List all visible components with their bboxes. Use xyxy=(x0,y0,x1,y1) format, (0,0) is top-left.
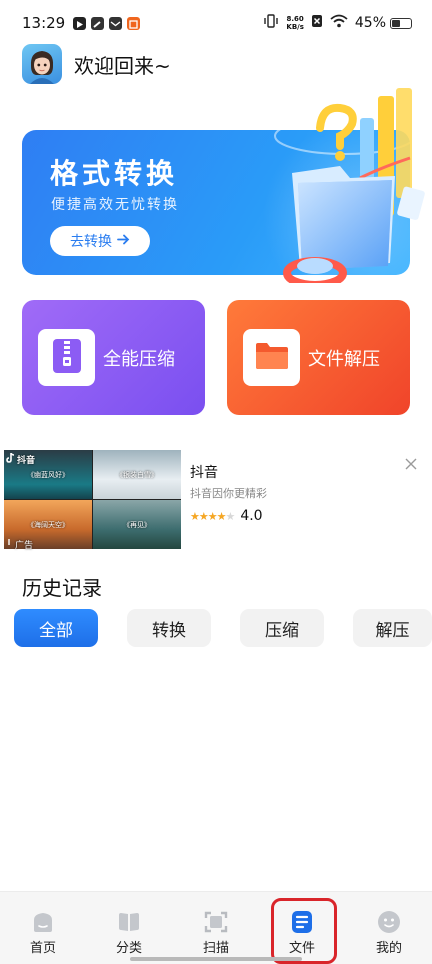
rating-stars: ★★★★★ xyxy=(190,509,235,523)
nav-category[interactable]: 分类 xyxy=(98,892,160,958)
ad-tag: 广告 xyxy=(6,538,33,551)
profile-icon xyxy=(377,910,401,934)
ad-thumb-2: 《银装白雪》 xyxy=(93,450,181,499)
scan-icon xyxy=(204,910,228,934)
battery-icon xyxy=(390,17,412,29)
nav-home-label: 首页 xyxy=(29,941,56,956)
ad-tag-icon xyxy=(6,538,13,551)
sim-off-icon xyxy=(311,14,323,32)
ad-brand-label: 抖音 xyxy=(17,456,36,466)
ad-close-icon[interactable] xyxy=(402,455,420,473)
wifi-icon xyxy=(330,14,348,32)
thumb-caption-4: 《再见》 xyxy=(123,520,151,529)
decompress-label: 文件解压 xyxy=(308,348,380,370)
welcome-text: 欢迎回来~ xyxy=(74,53,171,78)
go-convert-label: 去转换 xyxy=(70,234,112,250)
tab-all[interactable]: 全部 xyxy=(14,609,98,647)
nav-home[interactable]: 首页 xyxy=(12,892,74,958)
compress-label: 全能压缩 xyxy=(103,348,175,370)
play-icon xyxy=(73,16,87,30)
home-indicator[interactable] xyxy=(130,957,302,961)
status-right: 8.60 KB/s 45% xyxy=(263,14,412,32)
status-time: 13:29 xyxy=(22,14,66,32)
compress-card[interactable]: 全能压缩 xyxy=(22,300,205,415)
banner-subtitle: 便捷高效无忧转换 xyxy=(51,197,179,213)
decompress-icon-box xyxy=(243,329,300,386)
nav-category-label: 分类 xyxy=(115,941,142,956)
tiktok-icon xyxy=(6,452,15,466)
battery: 45% xyxy=(355,15,412,31)
thumb-caption-2: 《银装白雪》 xyxy=(116,470,158,479)
net-speed: 8.60 KB/s xyxy=(286,15,303,31)
nav-scan-label: 扫描 xyxy=(202,941,229,956)
avatar[interactable] xyxy=(22,44,62,84)
go-convert-button[interactable]: 去转换 xyxy=(50,226,150,256)
tab-decompress[interactable]: 解压 xyxy=(353,609,432,647)
nav-file-highlight xyxy=(271,898,337,964)
nav-scan[interactable]: 扫描 xyxy=(185,892,247,958)
nav-profile-label: 我的 xyxy=(375,941,402,956)
ad-rating: ★★★★★ 4.0 xyxy=(190,508,263,524)
rating-value: 4.0 xyxy=(240,508,263,524)
ad-thumb-4: 《再见》 xyxy=(93,500,181,549)
mail-icon xyxy=(109,16,123,30)
bottom-nav: 首页 分类 扫描 文件 我的 xyxy=(0,891,432,964)
ad-brand: 抖音 xyxy=(6,452,36,466)
notification-icons xyxy=(73,16,141,30)
net-speed-value: 8.60 xyxy=(286,15,304,23)
decompress-card[interactable]: 文件解压 xyxy=(227,300,410,415)
category-icon xyxy=(117,910,141,934)
thumb-caption-3: 《海阔天空》 xyxy=(27,520,69,529)
net-speed-unit: KB/s xyxy=(286,23,304,31)
history-title: 历史记录 xyxy=(22,576,102,600)
zip-file-icon xyxy=(52,338,82,378)
folder-icon xyxy=(255,341,289,375)
compress-icon-box xyxy=(38,329,95,386)
battery-fill xyxy=(392,19,401,27)
link-icon xyxy=(91,16,105,30)
status-bar: 13:29 8.60 KB/s 45% xyxy=(0,0,432,46)
ad-description: 抖音因你更精彩 xyxy=(190,487,267,500)
ad-title[interactable]: 抖音 xyxy=(190,462,218,482)
header: 欢迎回来~ xyxy=(22,44,171,84)
tab-convert[interactable]: 转换 xyxy=(127,609,211,647)
banner-title: 格式转换 xyxy=(50,157,179,190)
app-badge-icon xyxy=(127,16,141,30)
battery-percent: 45% xyxy=(354,15,386,31)
vibrate-icon xyxy=(263,14,279,32)
nav-profile[interactable]: 我的 xyxy=(358,892,420,958)
home-icon xyxy=(31,910,55,934)
format-convert-banner[interactable]: 格式转换 便捷高效无忧转换 去转换 xyxy=(22,88,425,289)
tab-compress[interactable]: 压缩 xyxy=(240,609,324,647)
thumb-caption-1: 《幽蓝风好》 xyxy=(27,470,69,479)
ad-tag-label: 广告 xyxy=(15,541,34,551)
arrow-right-icon xyxy=(117,233,130,249)
banner-illustration xyxy=(260,88,432,289)
